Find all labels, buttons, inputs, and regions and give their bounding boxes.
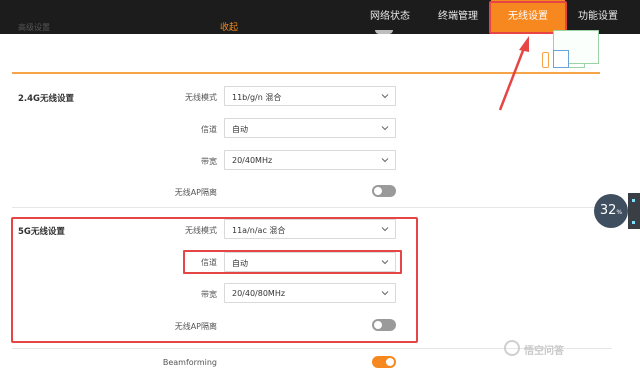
speed-badge[interactable]: 32% xyxy=(594,194,628,228)
side-tab-dot xyxy=(632,199,635,202)
section-separator xyxy=(12,348,612,349)
side-tab[interactable] xyxy=(628,193,640,229)
wifi24-bandwidth-label: 带宽 xyxy=(201,157,217,166)
wifi24-channel-label: 信道 xyxy=(201,125,217,134)
toggle-knob xyxy=(386,358,394,366)
chevron-down-icon xyxy=(381,126,389,131)
toggle-knob xyxy=(374,187,382,195)
wifi24-mode-value: 11b/g/n 混合 xyxy=(232,93,282,102)
beamforming-label: Beamforming xyxy=(162,358,217,367)
chevron-down-icon xyxy=(381,158,389,163)
wifi5-highlight-box xyxy=(11,217,418,343)
wifi24-mode-label: 无线模式 xyxy=(185,93,217,102)
wifi24-bandwidth-value: 20/40MHz xyxy=(232,156,273,165)
wifi24-section-title: 2.4G无线设置 xyxy=(18,94,75,104)
badge-unit: % xyxy=(616,209,623,216)
watermark-logo-icon xyxy=(504,340,520,356)
wifi24-bandwidth-select[interactable]: 20/40MHz xyxy=(224,150,396,170)
section-separator xyxy=(12,207,612,208)
wifi24-ap-isolation-label: 无线AP隔离 xyxy=(174,188,217,197)
badge-value: 32 xyxy=(599,203,617,218)
wifi24-ap-isolation-toggle[interactable] xyxy=(372,185,396,197)
watermark-text: 悟空问答 xyxy=(524,346,564,357)
wifi5-channel-highlight-box xyxy=(183,250,402,274)
side-tab-dot xyxy=(632,221,635,224)
router-wireless-settings-page: 网络状态 终端管理 无线设置 功能设置 高级设置 收起 2.4G无线设置 无线模… xyxy=(0,0,640,373)
wifi24-channel-select[interactable]: 自动 xyxy=(224,118,396,138)
wifi24-mode-select[interactable]: 11b/g/n 混合 xyxy=(224,86,396,106)
chevron-down-icon xyxy=(381,94,389,99)
beamforming-toggle[interactable] xyxy=(372,356,396,368)
wifi24-channel-value: 自动 xyxy=(232,125,248,134)
